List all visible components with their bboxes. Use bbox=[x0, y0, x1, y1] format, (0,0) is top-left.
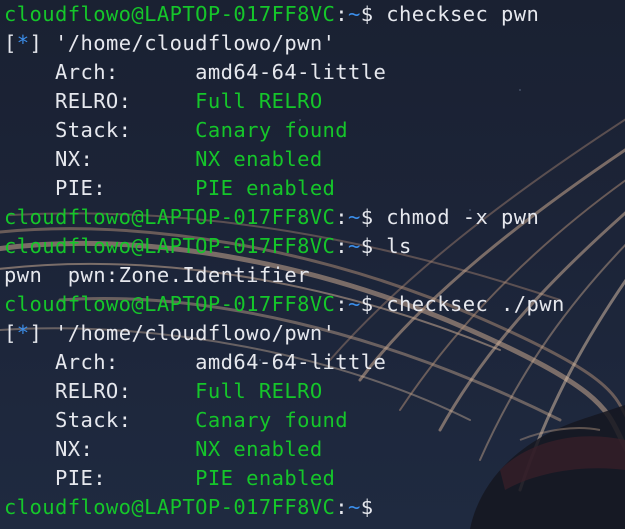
command-text: checksec pwn bbox=[386, 2, 540, 26]
info-bracket-open: [ bbox=[4, 31, 17, 55]
checksec-row-nx: NX: NX enabled bbox=[4, 435, 625, 464]
checksec-key: PIE: bbox=[54, 466, 106, 490]
prompt-user-host: cloudflowo@LAPTOP-017FF8VC bbox=[4, 205, 336, 229]
checksec-key: Arch: bbox=[54, 350, 119, 374]
prompt-user-host: cloudflowo@LAPTOP-017FF8VC bbox=[4, 234, 336, 258]
prompt-user-host: cloudflowo@LAPTOP-017FF8VC bbox=[4, 2, 336, 26]
checksec-value: PIE enabled bbox=[195, 176, 336, 200]
checksec-key: NX: bbox=[54, 147, 94, 171]
prompt-line: cloudflowo@LAPTOP-017FF8VC:~$ checksec .… bbox=[4, 290, 625, 319]
info-star-icon: * bbox=[16, 31, 30, 55]
checksec-key: NX: bbox=[54, 437, 94, 461]
command-text: chmod -x pwn bbox=[386, 205, 540, 229]
ls-output: pwn pwn:Zone.Identifier bbox=[4, 263, 310, 287]
prompt-dollar: $ bbox=[360, 234, 374, 258]
checksec-row-stack: Stack: Canary found bbox=[4, 116, 625, 145]
checksec-row-relro: RELRO: Full RELRO bbox=[4, 87, 625, 116]
info-bracket-close: ] bbox=[29, 31, 43, 55]
prompt-colon: : bbox=[335, 495, 349, 519]
checksec-value: NX enabled bbox=[195, 147, 323, 171]
command-text: ls bbox=[386, 234, 412, 258]
info-bracket-close: ] bbox=[29, 321, 43, 345]
checksec-row-pie: PIE: PIE enabled bbox=[4, 464, 625, 493]
checksec-info-line: [*] '/home/cloudflowo/pwn' bbox=[4, 319, 625, 348]
checksec-row-arch: Arch: amd64-64-little bbox=[4, 58, 625, 87]
prompt-dollar: $ bbox=[360, 495, 374, 519]
checksec-value: NX enabled bbox=[195, 437, 323, 461]
prompt-user-host: cloudflowo@LAPTOP-017FF8VC bbox=[4, 495, 336, 519]
checksec-key: Stack: bbox=[54, 118, 132, 142]
checksec-value: Canary found bbox=[195, 118, 349, 142]
checksec-value: amd64-64-little bbox=[195, 60, 387, 84]
checksec-key: RELRO: bbox=[54, 379, 132, 403]
prompt-line: cloudflowo@LAPTOP-017FF8VC:~$ chmod -x p… bbox=[4, 203, 625, 232]
checksec-value: Full RELRO bbox=[195, 379, 323, 403]
cursor bbox=[386, 496, 397, 518]
prompt-path: ~ bbox=[348, 205, 361, 229]
prompt-path: ~ bbox=[348, 292, 361, 316]
checksec-key: Arch: bbox=[54, 60, 119, 84]
checksec-info-line: [*] '/home/cloudflowo/pwn' bbox=[4, 29, 625, 58]
checksec-key: Stack: bbox=[54, 408, 132, 432]
checksec-row-nx: NX: NX enabled bbox=[4, 145, 625, 174]
ls-output-line: pwn pwn:Zone.Identifier bbox=[4, 261, 625, 290]
checksec-key: PIE: bbox=[54, 176, 106, 200]
prompt-colon: : bbox=[335, 234, 349, 258]
info-bracket-open: [ bbox=[4, 321, 17, 345]
checksec-value: Canary found bbox=[195, 408, 349, 432]
prompt-colon: : bbox=[335, 2, 349, 26]
terminal-output: cloudflowo@LAPTOP-017FF8VC:~$ checksec p… bbox=[4, 0, 625, 522]
prompt-dollar: $ bbox=[360, 205, 374, 229]
prompt-colon: : bbox=[335, 292, 349, 316]
prompt-line: cloudflowo@LAPTOP-017FF8VC:~$ checksec p… bbox=[4, 0, 625, 29]
checksec-key: RELRO: bbox=[54, 89, 132, 113]
checksec-value: Full RELRO bbox=[195, 89, 323, 113]
prompt-dollar: $ bbox=[360, 2, 374, 26]
prompt-colon: : bbox=[335, 205, 349, 229]
prompt-path: ~ bbox=[348, 2, 361, 26]
checksec-value: PIE enabled bbox=[195, 466, 336, 490]
checksec-row-stack: Stack: Canary found bbox=[4, 406, 625, 435]
prompt-path: ~ bbox=[348, 495, 361, 519]
info-star-icon: * bbox=[16, 321, 30, 345]
prompt-dollar: $ bbox=[360, 292, 374, 316]
checksec-row-arch: Arch: amd64-64-little bbox=[4, 348, 625, 377]
checksec-row-pie: PIE: PIE enabled bbox=[4, 174, 625, 203]
binary-path: '/home/cloudflowo/pwn' bbox=[55, 31, 336, 55]
terminal-window[interactable]: cloudflowo@LAPTOP-017FF8VC:~$ checksec p… bbox=[0, 0, 625, 529]
prompt-line: cloudflowo@LAPTOP-017FF8VC:~$ ls bbox=[4, 232, 625, 261]
command-text: checksec ./pwn bbox=[386, 292, 565, 316]
current-prompt-line[interactable]: cloudflowo@LAPTOP-017FF8VC:~$ bbox=[4, 493, 625, 522]
prompt-user-host: cloudflowo@LAPTOP-017FF8VC bbox=[4, 292, 336, 316]
checksec-row-relro: RELRO: Full RELRO bbox=[4, 377, 625, 406]
checksec-value: amd64-64-little bbox=[195, 350, 387, 374]
prompt-path: ~ bbox=[348, 234, 361, 258]
binary-path: '/home/cloudflowo/pwn' bbox=[55, 321, 336, 345]
